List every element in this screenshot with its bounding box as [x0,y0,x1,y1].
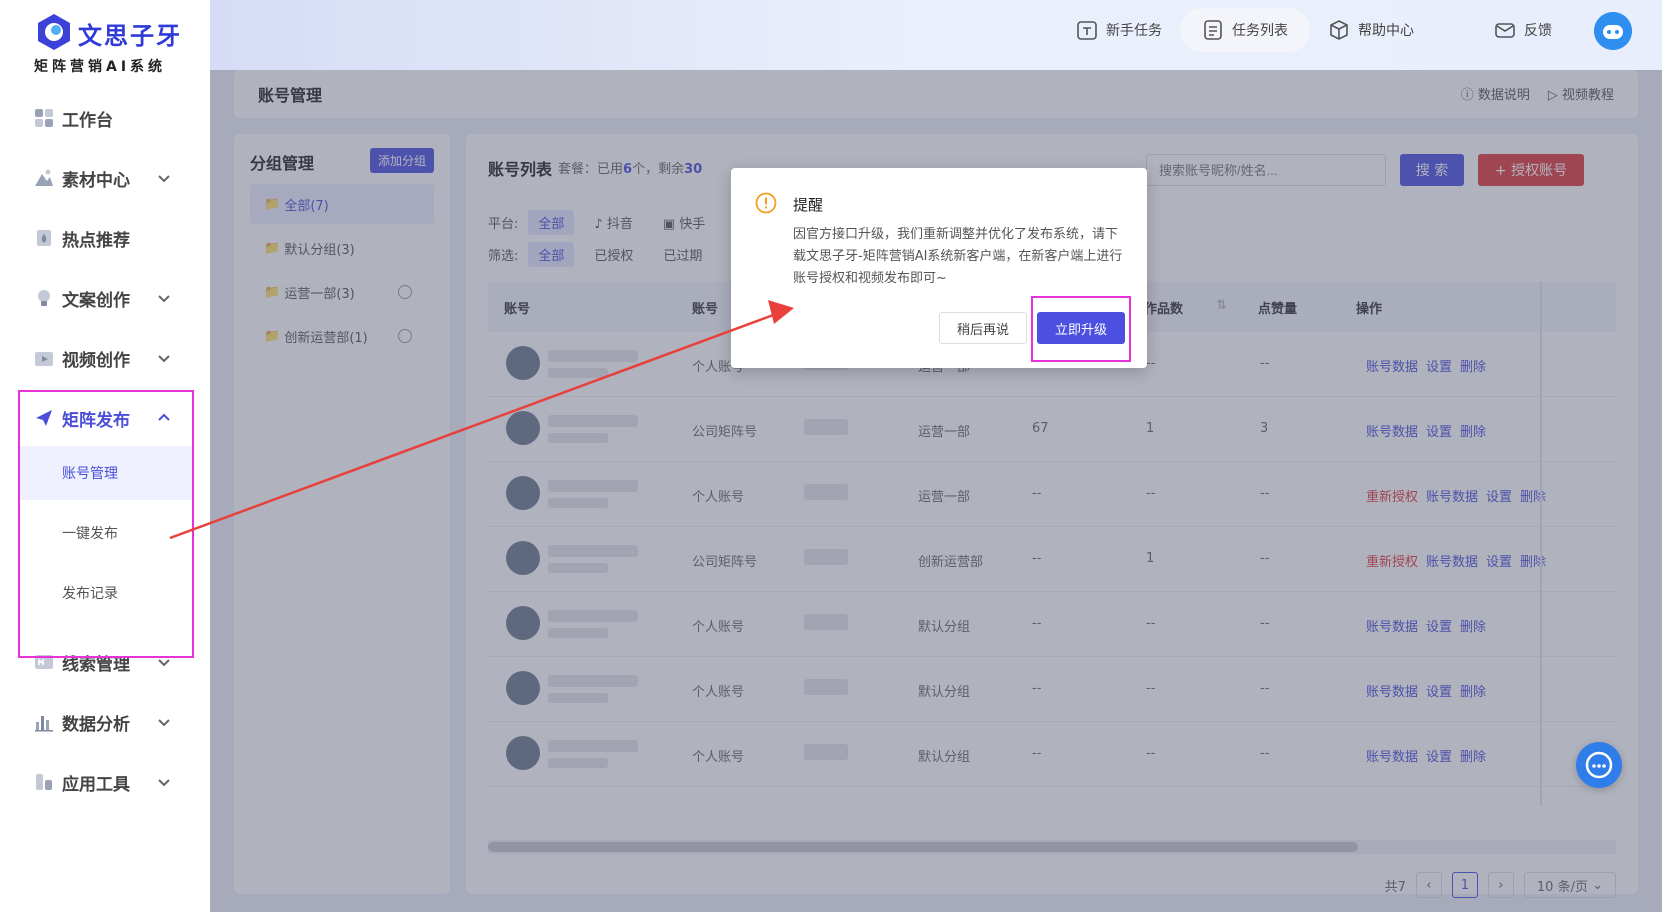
chevron-down-icon [158,355,170,363]
sidebar: 文思子牙 矩阵营销AI系统 工作台 素材中心 热点推荐 文案创作 视频创作 矩阵… [0,0,210,912]
nav-analytics[interactable]: 数据分析 [0,702,210,742]
nav-tools[interactable]: 应用工具 [0,762,210,802]
warning-icon [755,192,777,214]
nav-workbench[interactable]: 工作台 [0,98,210,138]
highlight-box-matrix-publish [18,390,194,658]
chevron-down-icon [158,295,170,303]
novice-tasks-button[interactable]: 新手任务 [1076,8,1162,52]
nav-label: 应用工具 [62,774,130,795]
feedback-button[interactable]: 反馈 [1494,8,1552,52]
feedback-label: 反馈 [1524,23,1552,39]
dashboard-icon [35,109,53,127]
remind-later-button[interactable]: 稍后再说 [939,312,1027,344]
nav-label: 素材中心 [62,170,130,191]
dialog-title: 提醒 [793,196,824,214]
task-icon [1077,21,1097,40]
nav-materials[interactable]: 素材中心 [0,158,210,198]
help-center-button[interactable]: 帮助中心 [1328,8,1414,52]
brand-subtitle: 矩阵营销AI系统 [34,59,167,75]
nav-video[interactable]: 视频创作 [0,338,210,378]
headset-icon [1585,751,1613,779]
tools-icon [36,774,52,790]
chevron-down-icon [158,175,170,183]
nav-label: 工作台 [62,110,113,131]
logo-icon [38,14,70,50]
brand-title: 文思子牙 [78,22,182,50]
nav-copywriting[interactable]: 文案创作 [0,278,210,318]
mail-icon [1495,23,1515,38]
chevron-down-icon [158,779,170,787]
user-avatar[interactable] [1594,12,1632,50]
help-center-label: 帮助中心 [1358,23,1414,39]
chart-icon [35,716,53,732]
nav-hot[interactable]: 热点推荐 [0,218,210,258]
fire-icon [37,230,51,246]
task-list-button[interactable]: 任务列表 [1180,8,1310,52]
task-list-label: 任务列表 [1232,23,1288,39]
top-bar: 新手任务 任务列表 帮助中心 反馈 [210,0,1662,70]
image-icon [35,169,53,186]
nav-label: 数据分析 [62,714,130,735]
novice-tasks-label: 新手任务 [1106,23,1162,39]
video-icon [35,352,53,366]
nav-label: 视频创作 [62,350,130,371]
customer-service-button[interactable] [1576,742,1622,788]
chevron-down-icon [158,719,170,727]
robot-avatar-icon [1594,12,1632,50]
bulb-icon [38,290,50,306]
list-icon [1204,20,1222,40]
nav-label: 热点推荐 [62,230,130,251]
dialog-message: 因官方接口升级，我们重新调整并优化了发布系统，请下载文思子牙-矩阵营销AI系统新… [793,227,1123,286]
logo[interactable]: 文思子牙 矩阵营销AI系统 [34,10,194,75]
nav-label: 文案创作 [62,290,130,311]
highlight-box-upgrade [1031,296,1131,362]
cube-icon [1330,20,1348,40]
